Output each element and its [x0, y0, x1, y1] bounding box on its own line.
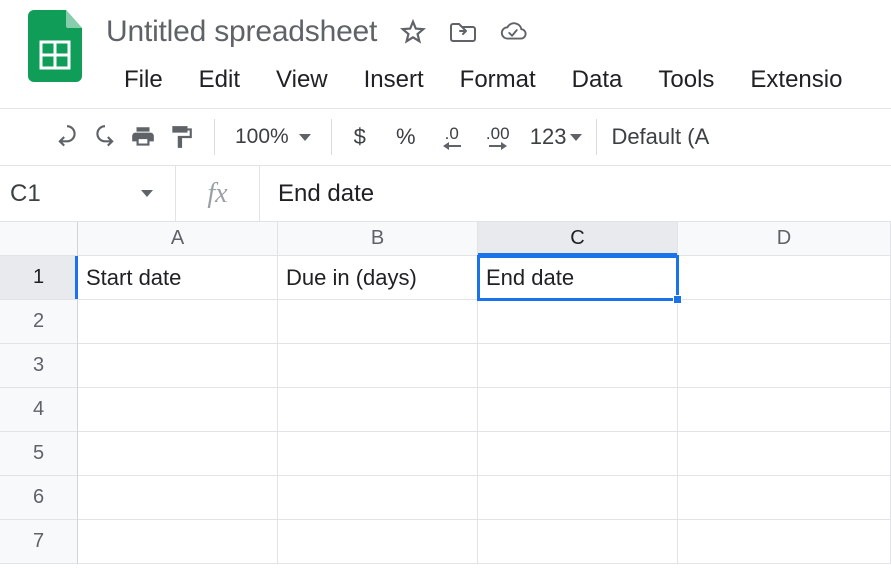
- separator: [214, 119, 215, 155]
- format-currency-button[interactable]: $: [346, 119, 374, 155]
- cell-C1-value: End date: [486, 265, 574, 291]
- menu-edit[interactable]: Edit: [181, 60, 258, 104]
- cell-C1[interactable]: End date: [478, 256, 678, 300]
- fill-handle[interactable]: [673, 295, 682, 304]
- cell-C2[interactable]: [478, 300, 678, 344]
- cell-A3[interactable]: [78, 344, 278, 388]
- cell-B7[interactable]: [278, 520, 478, 564]
- toolbar: 100% $ % .0 .00 123: [0, 109, 891, 165]
- font-select[interactable]: Default (A: [611, 124, 709, 150]
- cell-A1[interactable]: Start date: [78, 256, 278, 300]
- separator: [331, 119, 332, 155]
- fx-label: fx: [176, 166, 260, 221]
- cell-C4[interactable]: [478, 388, 678, 432]
- caret-down-icon: [570, 134, 582, 141]
- cell-D1[interactable]: [678, 256, 891, 300]
- redo-button[interactable]: [86, 118, 124, 156]
- row-header-3[interactable]: 3: [0, 344, 78, 388]
- cell-D4[interactable]: [678, 388, 891, 432]
- col-header-B[interactable]: B: [278, 222, 478, 256]
- star-icon[interactable]: [399, 18, 427, 46]
- menu-data[interactable]: Data: [554, 60, 641, 104]
- cell-D2[interactable]: [678, 300, 891, 344]
- document-title[interactable]: Untitled spreadsheet: [106, 15, 377, 49]
- col-header-A[interactable]: A: [78, 222, 278, 256]
- row-header-1[interactable]: 1: [0, 256, 78, 300]
- menu-extensions[interactable]: Extensio: [732, 60, 860, 104]
- print-button[interactable]: [124, 118, 162, 156]
- cell-C6[interactable]: [478, 476, 678, 520]
- cell-D5[interactable]: [678, 432, 891, 476]
- menu-insert[interactable]: Insert: [346, 60, 442, 104]
- cell-A5[interactable]: [78, 432, 278, 476]
- decrease-decimal-button[interactable]: .0: [438, 119, 466, 155]
- cell-C3[interactable]: [478, 344, 678, 388]
- cell-D3[interactable]: [678, 344, 891, 388]
- row-header-5[interactable]: 5: [0, 432, 78, 476]
- spreadsheet-grid: A B C D 1 Start date Due in (days) End d…: [0, 222, 891, 564]
- cell-B3[interactable]: [278, 344, 478, 388]
- more-formats-button[interactable]: 123: [530, 119, 583, 155]
- row-header-2[interactable]: 2: [0, 300, 78, 344]
- name-box[interactable]: C1: [0, 166, 176, 221]
- cell-C5[interactable]: [478, 432, 678, 476]
- cell-A2[interactable]: [78, 300, 278, 344]
- menu-file[interactable]: File: [106, 60, 181, 104]
- separator: [596, 119, 597, 155]
- row-header-4[interactable]: 4: [0, 388, 78, 432]
- formula-input[interactable]: End date: [260, 180, 891, 208]
- cell-A6[interactable]: [78, 476, 278, 520]
- menu-bar: File Edit View Insert Format Data Tools …: [106, 60, 891, 104]
- menu-tools[interactable]: Tools: [640, 60, 732, 104]
- col-header-D[interactable]: D: [678, 222, 891, 256]
- dec-increase-label: .00: [486, 125, 510, 142]
- format-percent-button[interactable]: %: [392, 119, 420, 155]
- zoom-value: 100%: [235, 125, 289, 149]
- cell-A4[interactable]: [78, 388, 278, 432]
- cell-D7[interactable]: [678, 520, 891, 564]
- cloud-status-icon[interactable]: [499, 18, 527, 46]
- sheets-logo[interactable]: [28, 10, 82, 82]
- menu-format[interactable]: Format: [442, 60, 554, 104]
- caret-down-icon: [299, 134, 311, 141]
- col-header-C[interactable]: C: [478, 222, 678, 256]
- row-header-7[interactable]: 7: [0, 520, 78, 564]
- cell-B6[interactable]: [278, 476, 478, 520]
- move-icon[interactable]: [449, 18, 477, 46]
- increase-decimal-button[interactable]: .00: [484, 119, 512, 155]
- zoom-select[interactable]: 100%: [229, 125, 317, 149]
- undo-button[interactable]: [48, 118, 86, 156]
- paint-format-button[interactable]: [162, 118, 200, 156]
- cell-C7[interactable]: [478, 520, 678, 564]
- dec-decrease-label: .0: [445, 125, 459, 142]
- select-all-corner[interactable]: [0, 222, 78, 256]
- cell-B1[interactable]: Due in (days): [278, 256, 478, 300]
- row-header-6[interactable]: 6: [0, 476, 78, 520]
- cell-B4[interactable]: [278, 388, 478, 432]
- name-box-value: C1: [10, 180, 41, 208]
- format-123-label: 123: [530, 124, 567, 150]
- cell-B2[interactable]: [278, 300, 478, 344]
- cell-B5[interactable]: [278, 432, 478, 476]
- menu-view[interactable]: View: [258, 60, 346, 104]
- cell-D6[interactable]: [678, 476, 891, 520]
- caret-down-icon: [141, 190, 153, 197]
- cell-A7[interactable]: [78, 520, 278, 564]
